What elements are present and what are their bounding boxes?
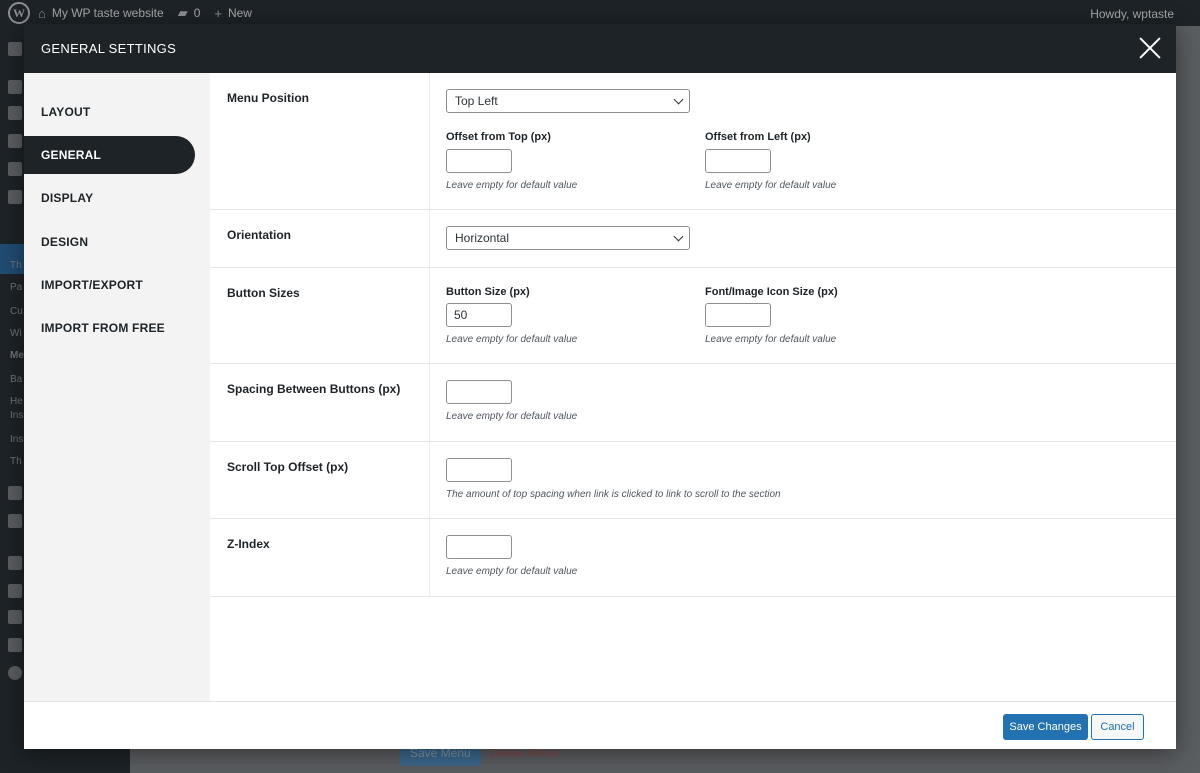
menu-position-row: Menu Position Top Left Offset from Top (… [210, 73, 1176, 210]
spacing-input[interactable] [446, 380, 512, 404]
z-index-label: Z-Index [227, 537, 270, 551]
row-divider [429, 442, 430, 518]
comments-link[interactable]: ▰ 0 [178, 5, 201, 21]
icon-size-input[interactable] [705, 303, 771, 327]
media-icon [8, 106, 22, 120]
comments-count: 0 [193, 6, 201, 20]
pin-icon [8, 80, 22, 94]
dashboard-icon [8, 42, 22, 56]
menu-position-select[interactable]: Top Left [446, 89, 690, 113]
brush-icon [8, 556, 22, 570]
plus-icon: + [214, 5, 222, 21]
admin-submenu-item: Th [10, 456, 22, 467]
row-divider [429, 364, 430, 441]
admin-submenu-item: Cu [10, 306, 23, 317]
howdy-user[interactable]: Howdy, wptaste [1090, 7, 1174, 21]
scroll-offset-label: Scroll Top Offset (px) [227, 460, 349, 474]
comments-icon [8, 162, 22, 176]
spacing-hint: Leave empty for default value [446, 411, 578, 422]
new-label: New [227, 6, 252, 20]
orientation-select[interactable]: Horizontal [446, 226, 690, 250]
modal-header: GENERAL SETTINGS [24, 24, 1176, 73]
spacing-label: Spacing Between Buttons (px) [227, 382, 401, 396]
admin-submenu-item: Ins [10, 410, 24, 421]
admin-bar: W ⌂ My WP taste website ▰ 0 + New Howdy,… [0, 0, 1200, 26]
admin-submenu-item: Th [10, 260, 22, 271]
chevron-down-icon [673, 231, 684, 242]
collapse-icon [8, 666, 22, 680]
tab-layout[interactable]: LAYOUT [24, 93, 195, 131]
offset-left-hint: Leave empty for default value [705, 180, 837, 191]
page-icon [8, 190, 22, 204]
button-size-hint: Leave empty for default value [446, 334, 578, 345]
offset-left-label: Offset from Left (px) [705, 131, 811, 143]
pages-icon [8, 134, 22, 148]
site-name-link[interactable]: ⌂ My WP taste website [38, 6, 164, 21]
spacing-row: Spacing Between Buttons (px) Leave empty… [210, 364, 1176, 442]
z-index-row: Z-Index Leave empty for default value [210, 519, 1176, 597]
offset-top-label: Offset from Top (px) [446, 131, 551, 143]
button-size-input[interactable] [446, 303, 512, 327]
chevron-down-icon [673, 94, 684, 105]
tab-import-export[interactable]: IMPORT/EXPORT [24, 266, 195, 304]
orientation-value: Horizontal [455, 231, 510, 245]
comment-icon: ▰ [177, 5, 188, 20]
tab-general[interactable]: GENERAL [24, 136, 195, 174]
orientation-label: Orientation [227, 228, 292, 242]
site-name: My WP taste website [51, 6, 164, 20]
admin-submenu-item: Pa [10, 282, 23, 293]
admin-submenu-item: Me [10, 350, 24, 361]
icon-size-label: Font/Image Icon Size (px) [705, 286, 838, 298]
wordpress-logo-icon[interactable]: W [8, 2, 30, 24]
s-icon [8, 514, 22, 528]
modal-title: GENERAL SETTINGS [41, 41, 177, 56]
row-divider [429, 519, 430, 596]
row-divider [429, 268, 430, 363]
offset-left-input[interactable] [705, 149, 771, 173]
home-icon: ⌂ [38, 5, 46, 21]
row-divider [429, 73, 430, 209]
menu-position-label: Menu Position [227, 91, 309, 105]
offset-top-input[interactable] [446, 149, 512, 173]
settings-modal: GENERAL SETTINGS LAYOUT GENERAL DISPLAY … [24, 24, 1176, 749]
scroll-offset-row: Scroll Top Offset (px) The amount of top… [210, 442, 1176, 519]
button-sizes-row: Button Sizes Button Size (px) Leave empt… [210, 268, 1176, 364]
scroll-offset-hint: The amount of top spacing when link is c… [446, 489, 781, 500]
orientation-row: Orientation Horizontal [210, 210, 1176, 268]
cancel-button[interactable]: Cancel [1091, 714, 1144, 740]
menu-position-value: Top Left [455, 94, 498, 108]
modal-footer: Save Changes Cancel [24, 701, 1176, 749]
tab-import-from-free[interactable]: IMPORT FROM FREE [24, 309, 195, 347]
offset-top-hint: Leave empty for default value [446, 180, 578, 191]
close-icon[interactable] [1138, 36, 1162, 60]
button-size-label: Button Size (px) [446, 286, 530, 298]
admin-submenu-item: Ba [10, 374, 23, 385]
tools-icon [8, 610, 22, 624]
save-changes-button[interactable]: Save Changes [1003, 714, 1088, 740]
settings-sidebar: LAYOUT GENERAL DISPLAY DESIGN IMPORT/EXP… [24, 73, 210, 701]
button-sizes-label: Button Sizes [227, 286, 300, 300]
tab-display[interactable]: DISPLAY [24, 179, 195, 217]
row-divider [429, 210, 430, 267]
settings-form: Menu Position Top Left Offset from Top (… [210, 73, 1176, 701]
admin-submenu-item: He [10, 396, 23, 407]
z-index-input[interactable] [446, 535, 512, 559]
tab-design[interactable]: DESIGN [24, 223, 195, 261]
z-index-hint: Leave empty for default value [446, 566, 578, 577]
new-content-link[interactable]: + New [214, 6, 252, 21]
scroll-offset-input[interactable] [446, 458, 512, 482]
admin-submenu-item: Wi [10, 328, 22, 339]
settings-icon [8, 638, 22, 652]
plugin-icon [8, 486, 22, 500]
admin-submenu-item: Ins [10, 434, 24, 445]
users-icon [8, 584, 22, 598]
icon-size-hint: Leave empty for default value [705, 334, 837, 345]
